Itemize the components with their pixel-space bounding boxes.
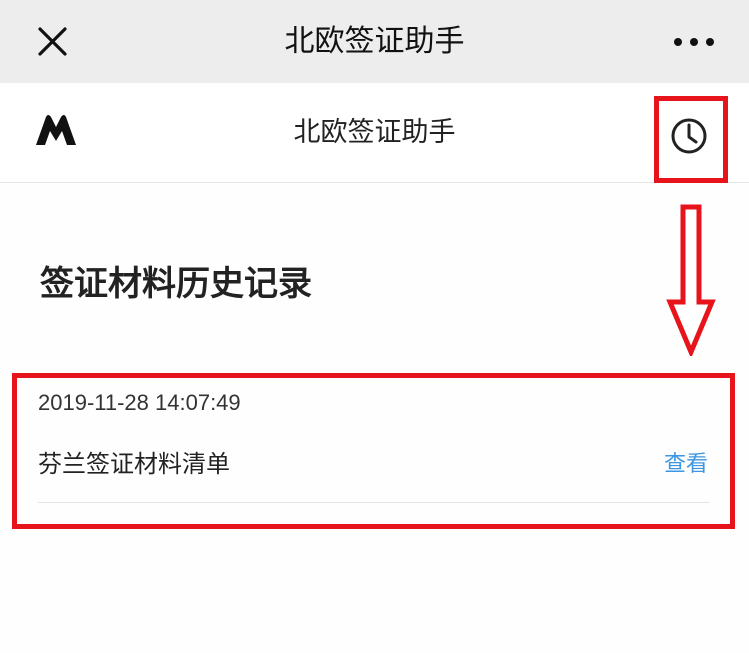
wechat-bar-title: 北欧签证助手 xyxy=(284,24,465,59)
clock-icon xyxy=(671,118,707,154)
more-horizontal-icon[interactable] xyxy=(666,20,722,64)
record-timestamp: 2019-11-28 14:07:49 xyxy=(38,390,241,415)
wechat-navigation-bar: 北欧签证助手 xyxy=(0,0,749,83)
view-record-button[interactable]: 查看 xyxy=(664,446,708,478)
list-item[interactable]: 2019-11-28 14:07:49 芬兰签证材料清单 查看 xyxy=(38,380,710,503)
history-button[interactable] xyxy=(654,96,724,176)
annotation-down-arrow-icon xyxy=(666,204,716,356)
app-title: 北欧签证助手 xyxy=(293,117,456,148)
record-title: 芬兰签证材料清单 xyxy=(38,450,230,478)
app-header: 北欧签证助手 xyxy=(0,83,749,183)
page-title: 签证材料历史记录 xyxy=(40,264,312,304)
